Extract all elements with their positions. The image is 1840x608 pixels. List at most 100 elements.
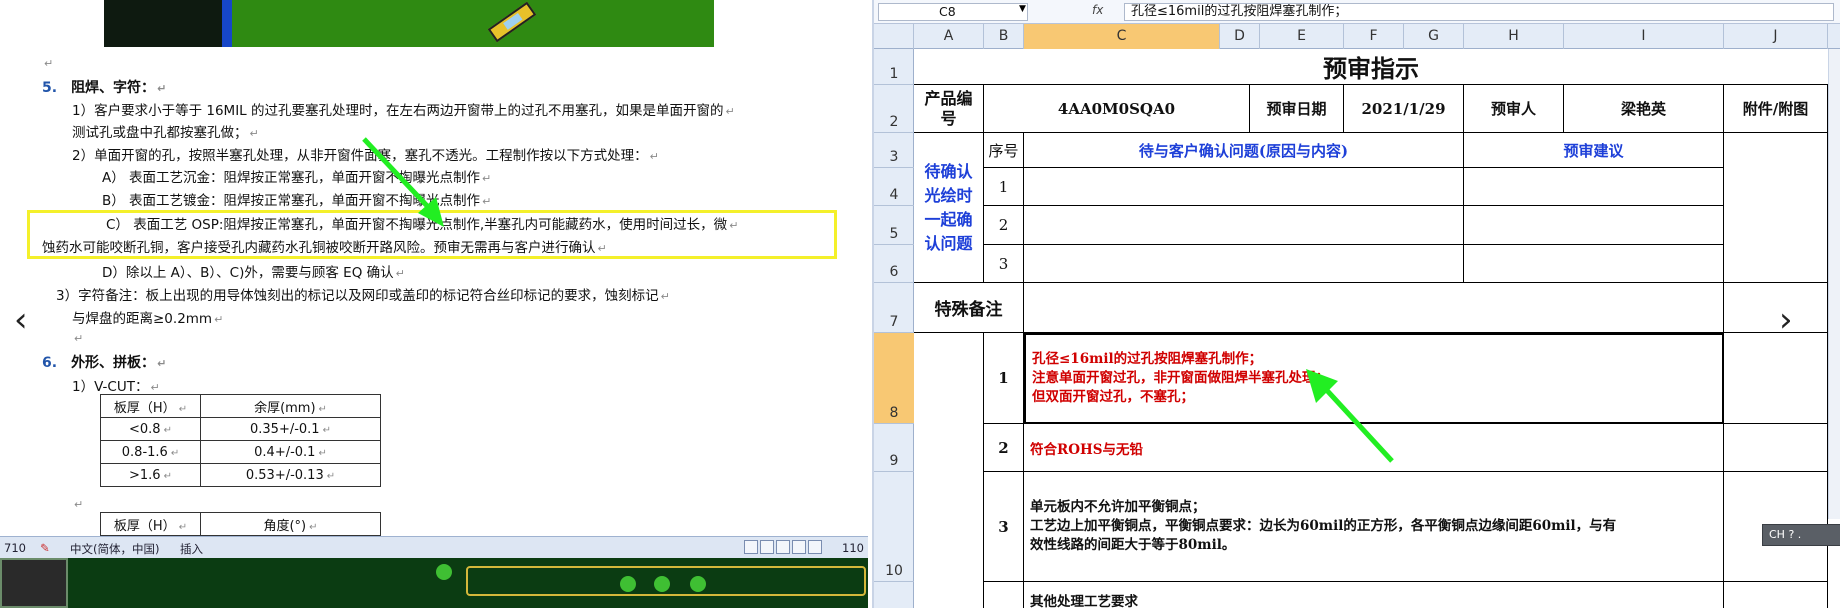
column-header[interactable]: D bbox=[1220, 24, 1260, 49]
product-label[interactable]: 产品编号 bbox=[914, 85, 984, 133]
full-screen-icon[interactable] bbox=[760, 540, 774, 554]
section5-lineD: D）除以上 A）、B）、C)外，需要与顾客 EQ 确认 ↵ bbox=[102, 265, 405, 281]
note-number[interactable]: 2 bbox=[984, 424, 1024, 472]
row-header[interactable]: 2 bbox=[874, 85, 914, 133]
status-zoom[interactable]: 110 bbox=[842, 541, 864, 555]
draft-icon[interactable] bbox=[808, 540, 822, 554]
blank-paragraph: ↵ bbox=[44, 57, 54, 70]
suggestion-cell[interactable] bbox=[1464, 168, 1724, 206]
reviewer-value[interactable]: 梁艳英 bbox=[1564, 85, 1724, 133]
name-box[interactable]: C8 bbox=[878, 3, 1028, 21]
attachment-cell[interactable] bbox=[1724, 424, 1828, 472]
table-row: <0.8 ↵ 0.35+/-0.1 ↵ bbox=[100, 417, 381, 441]
prev-page-button[interactable]: ‹ bbox=[14, 300, 28, 340]
ime-toolbar[interactable]: CH ? . bbox=[1762, 524, 1840, 546]
word-document: ↵ 5. 阻焊、字符： ↵ 1）客户要求小于等于 16MIL 的过孔要塞孔处理时，在… bbox=[0, 0, 868, 608]
next-page-button[interactable]: › bbox=[1779, 300, 1793, 340]
reviewer-label[interactable]: 预审人 bbox=[1464, 85, 1564, 133]
green-arrow-icon bbox=[362, 137, 444, 227]
row-header[interactable]: 1 bbox=[874, 49, 914, 85]
suggestion-cell[interactable] bbox=[1464, 245, 1724, 283]
seq-cell[interactable]: 3 bbox=[984, 245, 1024, 283]
column-header[interactable]: G bbox=[1404, 24, 1464, 49]
table-row: 0.8-1.6 ↵ 0.4+/-0.1 ↵ bbox=[100, 440, 381, 464]
row-header[interactable]: 4 bbox=[874, 168, 914, 206]
attachment-cell[interactable] bbox=[1724, 582, 1828, 608]
row-header[interactable]: 5 bbox=[874, 206, 914, 245]
green-arrow-icon bbox=[1306, 369, 1394, 463]
note-number[interactable]: 3 bbox=[984, 472, 1024, 582]
column-header[interactable]: I bbox=[1564, 24, 1724, 49]
attachment-cell[interactable] bbox=[1724, 283, 1828, 333]
suggestion-cell[interactable] bbox=[1464, 206, 1724, 245]
row-header[interactable]: 8 bbox=[874, 333, 914, 424]
notes-left-cell[interactable] bbox=[914, 333, 984, 608]
column-header[interactable]: F bbox=[1344, 24, 1404, 49]
vcut-label: 1）V-CUT： ↵ bbox=[72, 379, 160, 395]
namebox-dropdown-icon[interactable]: ▼ bbox=[1019, 4, 1026, 14]
blank-paragraph: ↵ bbox=[74, 498, 84, 511]
row-header[interactable] bbox=[874, 582, 914, 608]
section6-heading: 6. 外形、拼板： ↵ bbox=[42, 355, 167, 371]
row-headers: 1 2 3 4 5 6 7 8 9 10 bbox=[874, 49, 914, 608]
proofing-icon[interactable]: ✎ bbox=[40, 541, 50, 555]
table-cell: 0.35+/-0.1 ↵ bbox=[200, 417, 381, 441]
table-cell: 0.4+/-0.1 ↵ bbox=[200, 440, 381, 464]
table-cell: >1.6 ↵ bbox=[100, 463, 201, 487]
status-language[interactable]: 中文(简体，中国) bbox=[70, 541, 159, 557]
issue-cell[interactable] bbox=[1024, 206, 1464, 245]
status-mode[interactable]: 插入 bbox=[180, 541, 203, 557]
date-label[interactable]: 预审日期 bbox=[1250, 85, 1344, 133]
pending-label[interactable]: 待确认光绘时一起确认问题 bbox=[914, 133, 984, 283]
section5-line1a: 1）客户要求小于等于 16MIL 的过孔要塞孔处理时，在左右两边开窗带上的过孔不… bbox=[72, 103, 735, 119]
note-number[interactable]: 1 bbox=[984, 333, 1024, 424]
seq-cell[interactable]: 2 bbox=[984, 206, 1024, 245]
print-layout-icon[interactable] bbox=[744, 540, 758, 554]
sheet-title[interactable]: 预审指示 bbox=[914, 49, 1828, 85]
date-value[interactable]: 2021/1/29 bbox=[1344, 85, 1464, 133]
column-header[interactable]: C bbox=[1024, 24, 1220, 49]
column-header[interactable]: E bbox=[1260, 24, 1344, 49]
table-row: 板厚（H） ↵ 余厚(mm) ↵ bbox=[100, 394, 381, 418]
outline-icon[interactable] bbox=[792, 540, 806, 554]
note-number[interactable] bbox=[984, 582, 1024, 608]
row-header[interactable]: 6 bbox=[874, 245, 914, 283]
select-all-corner[interactable] bbox=[874, 24, 914, 49]
section5-line1b: 测试孔或盘中孔都按塞孔做； ↵ bbox=[72, 125, 259, 141]
screen: ↵ 5. 阻焊、字符： ↵ 1）客户要求小于等于 16MIL 的过孔要塞孔处理时，在… bbox=[0, 0, 1840, 608]
row-header[interactable]: 7 bbox=[874, 283, 914, 333]
formula-input[interactable]: 孔径≤16mil的过孔按阻焊塞孔制作； bbox=[1124, 3, 1834, 21]
column-header[interactable]: B bbox=[984, 24, 1024, 49]
table-cell: 0.53+/-0.13 ↵ bbox=[200, 463, 381, 487]
row-header[interactable]: 9 bbox=[874, 424, 914, 472]
view-buttons[interactable] bbox=[744, 540, 822, 554]
web-layout-icon[interactable] bbox=[776, 540, 790, 554]
column-header[interactable]: J bbox=[1724, 24, 1828, 49]
seq-label[interactable]: 序号 bbox=[984, 133, 1024, 168]
column-header[interactable]: H bbox=[1464, 24, 1564, 49]
product-value[interactable]: 4AA0M0SQA0 bbox=[984, 85, 1250, 133]
row-header[interactable]: 10 bbox=[874, 472, 914, 582]
special-notes-cell[interactable] bbox=[1024, 283, 1724, 333]
angle-table: 板厚（H） ↵ 角度(°) ↵ bbox=[100, 512, 381, 536]
fx-icon[interactable]: fx bbox=[1092, 3, 1103, 17]
seq-cell[interactable]: 1 bbox=[984, 168, 1024, 206]
word-status-bar: 710 ✎ 中文(简体，中国) 插入 110 bbox=[0, 536, 868, 558]
note4-cell[interactable]: 其他处理工艺要求 bbox=[1024, 582, 1724, 608]
issue-cell[interactable] bbox=[1024, 168, 1464, 206]
table-header: 板厚（H） ↵ bbox=[100, 394, 201, 418]
attachment-cell[interactable] bbox=[1724, 133, 1828, 283]
suggestion-header[interactable]: 预审建议 bbox=[1464, 133, 1724, 168]
vertical-scrollbar[interactable] bbox=[1828, 49, 1840, 519]
table-cell: <0.8 ↵ bbox=[100, 417, 201, 441]
issue-header[interactable]: 待与客户确认问题(原因与内容) bbox=[1024, 133, 1464, 168]
issue-cell[interactable] bbox=[1024, 245, 1464, 283]
table-header: 角度(°) ↵ bbox=[200, 512, 381, 536]
special-notes-label[interactable]: 特殊备注 bbox=[914, 283, 1024, 333]
column-header[interactable]: A bbox=[914, 24, 984, 49]
note3-cell[interactable]: 单元板内不允许加平衡铜点； 工艺边上加平衡铜点，平衡铜点要求：边长为60mil的… bbox=[1024, 472, 1724, 582]
attachment-label[interactable]: 附件/附图 bbox=[1724, 85, 1828, 133]
attachment-cell[interactable] bbox=[1724, 333, 1828, 424]
row-header[interactable]: 3 bbox=[874, 133, 914, 168]
table-row: 板厚（H） ↵ 角度(°) ↵ bbox=[100, 512, 381, 536]
